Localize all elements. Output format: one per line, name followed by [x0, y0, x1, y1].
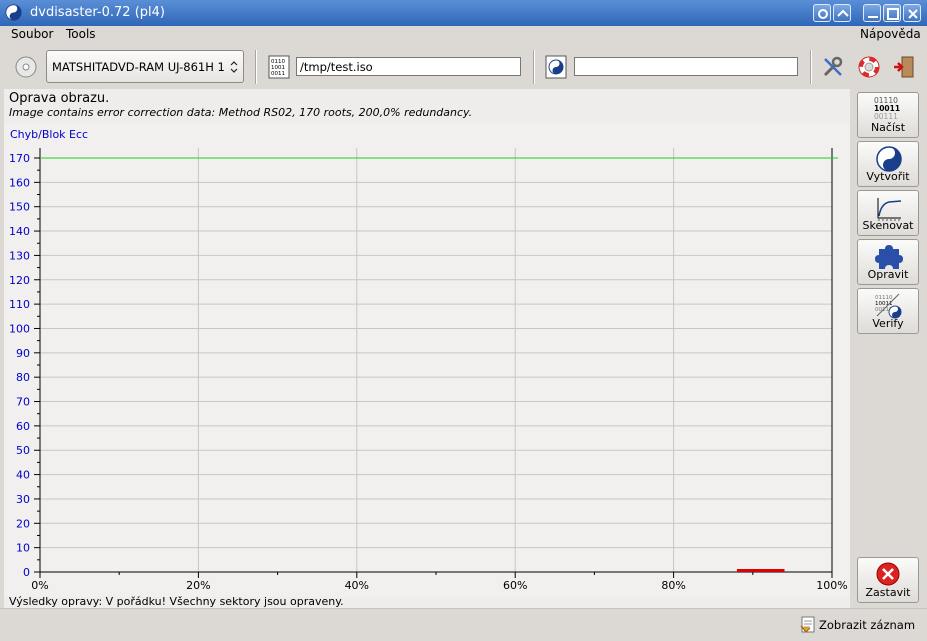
- log-file-icon: [800, 616, 815, 633]
- page-subtitle: Image contains error correction data: Me…: [9, 106, 473, 119]
- help-lifebuoy-icon[interactable]: [857, 55, 881, 79]
- x-axis: 0% 20% 40% 60% 80% 100%: [31, 571, 848, 592]
- y-tick-label: 70: [16, 396, 30, 409]
- image-file-input[interactable]: [297, 58, 520, 75]
- x-tick-label: 60%: [503, 579, 527, 592]
- main-panel: Oprava obrazu. Image contains error corr…: [4, 89, 850, 608]
- x-tick-label: 40%: [345, 579, 369, 592]
- read-button[interactable]: 01110 10011 00111 Načíst: [857, 92, 919, 138]
- stop-button-label: Zastavit: [865, 586, 911, 599]
- preferences-tools-icon[interactable]: [821, 55, 845, 79]
- ecc-file-icon[interactable]: [545, 55, 567, 79]
- y-tick-label: 0: [23, 566, 30, 579]
- y-tick-label: 100: [9, 322, 30, 335]
- y-tick-label: 10: [16, 542, 30, 555]
- x-tick-label: 100%: [816, 579, 847, 592]
- verify-button[interactable]: 01110 10011 00111 Verify: [857, 288, 919, 334]
- chart-grid: [40, 148, 833, 573]
- y-tick-label: 120: [9, 274, 30, 287]
- y-tick-label: 150: [9, 201, 30, 214]
- svg-text:00111: 00111: [874, 112, 898, 121]
- close-button[interactable]: [903, 4, 921, 22]
- x-tick-label: 20%: [186, 579, 210, 592]
- toolbar-separator: [810, 50, 812, 84]
- title-bar: dvdisaster-0.72 (pl4): [0, 0, 927, 26]
- cd-drive-icon: [15, 56, 37, 78]
- circle-icon: [818, 9, 828, 19]
- scan-button-label: Skenovat: [862, 219, 914, 232]
- y-tick-label: 80: [16, 371, 30, 384]
- menu-file[interactable]: Soubor: [9, 27, 55, 41]
- drive-select-value: MATSHITADVD-RAM UJ-861H 1.50: [52, 60, 224, 74]
- x-tick-label: 0%: [31, 579, 48, 592]
- plot-background: [40, 148, 832, 572]
- minimize-button[interactable]: [863, 4, 881, 22]
- error-bar: [736, 569, 785, 572]
- svg-text:0011: 0011: [271, 71, 285, 77]
- y-tick-label: 90: [16, 347, 30, 360]
- fix-button-label: Opravit: [867, 268, 909, 281]
- chevron-up-icon: [837, 9, 849, 17]
- page-title: Oprava obrazu.: [9, 91, 110, 106]
- y-tick-label: 40: [16, 469, 30, 482]
- menu-tools[interactable]: Tools: [64, 27, 98, 41]
- toolbar-separator: [255, 50, 257, 84]
- drive-select[interactable]: MATSHITADVD-RAM UJ-861H 1.50: [46, 50, 244, 83]
- image-file-entry[interactable]: [296, 57, 521, 76]
- y-tick-label: 50: [16, 444, 30, 457]
- toolbar-separator: [533, 50, 535, 84]
- stop-icon: [876, 562, 900, 586]
- ecc-file-input[interactable]: [575, 58, 797, 75]
- y-tick-label: 130: [9, 249, 30, 262]
- status-text: Výsledky opravy: V pořádku! Všechny sekt…: [9, 595, 344, 608]
- y-tick-label: 30: [16, 493, 30, 506]
- ecc-file-entry[interactable]: [574, 57, 798, 76]
- maximize-icon: [887, 8, 899, 20]
- y-tick-label: 160: [9, 176, 30, 189]
- read-button-label: Načíst: [870, 121, 906, 134]
- chart-area: Chyb/Blok Ecc 0 10 20 30 40 50 60 70 80 90 100 110 1…: [4, 123, 850, 597]
- y-tick-label: 60: [16, 420, 30, 433]
- bottom-bar: Zobrazit záznam: [0, 608, 927, 641]
- quit-exit-icon[interactable]: [892, 55, 916, 79]
- toolbar: MATSHITADVD-RAM UJ-861H 1.50 0110 1001 0…: [0, 46, 927, 88]
- puzzle-fix-icon: [875, 245, 903, 269]
- x-tick-label: 80%: [661, 579, 685, 592]
- yin-yang-app-icon: [5, 4, 22, 21]
- read-binary-icon: 01110 10011 00111: [874, 96, 900, 121]
- minimize-icon: [868, 16, 878, 18]
- show-log-label: Zobrazit záznam: [819, 618, 916, 632]
- maximize-button[interactable]: [883, 4, 901, 22]
- verify-button-label: Verify: [872, 317, 904, 330]
- y-tick-label: 170: [9, 152, 30, 165]
- binary-file-icon[interactable]: 0110 1001 0011: [268, 55, 290, 79]
- combo-arrows-icon: [230, 61, 238, 73]
- verify-icon: 01110 10011 00111: [875, 293, 902, 319]
- window-menu-button[interactable]: [813, 4, 831, 22]
- scan-button[interactable]: Skenovat: [857, 190, 919, 236]
- menu-bar: Soubor Tools Nápověda: [0, 26, 927, 46]
- stop-button[interactable]: Zastavit: [857, 557, 919, 603]
- create-button-label: Vytvořit: [866, 170, 910, 183]
- create-button[interactable]: Vytvořit: [857, 141, 919, 187]
- y-tick-label: 140: [9, 225, 30, 238]
- errors-per-ecc-block-chart: Chyb/Blok Ecc 0 10 20 30 40 50 60 70 80 90 100 110 1…: [9, 128, 848, 592]
- y-axis-label: Chyb/Blok Ecc: [10, 128, 88, 141]
- y-tick-label: 110: [9, 298, 30, 311]
- yin-yang-create-icon: [876, 146, 902, 172]
- y-tick-label: 20: [16, 517, 30, 530]
- window-shade-button[interactable]: [833, 4, 851, 22]
- close-icon: [908, 9, 918, 19]
- menu-help[interactable]: Nápověda: [858, 27, 923, 41]
- window-title: dvdisaster-0.72 (pl4): [30, 5, 165, 20]
- fix-button[interactable]: Opravit: [857, 239, 919, 285]
